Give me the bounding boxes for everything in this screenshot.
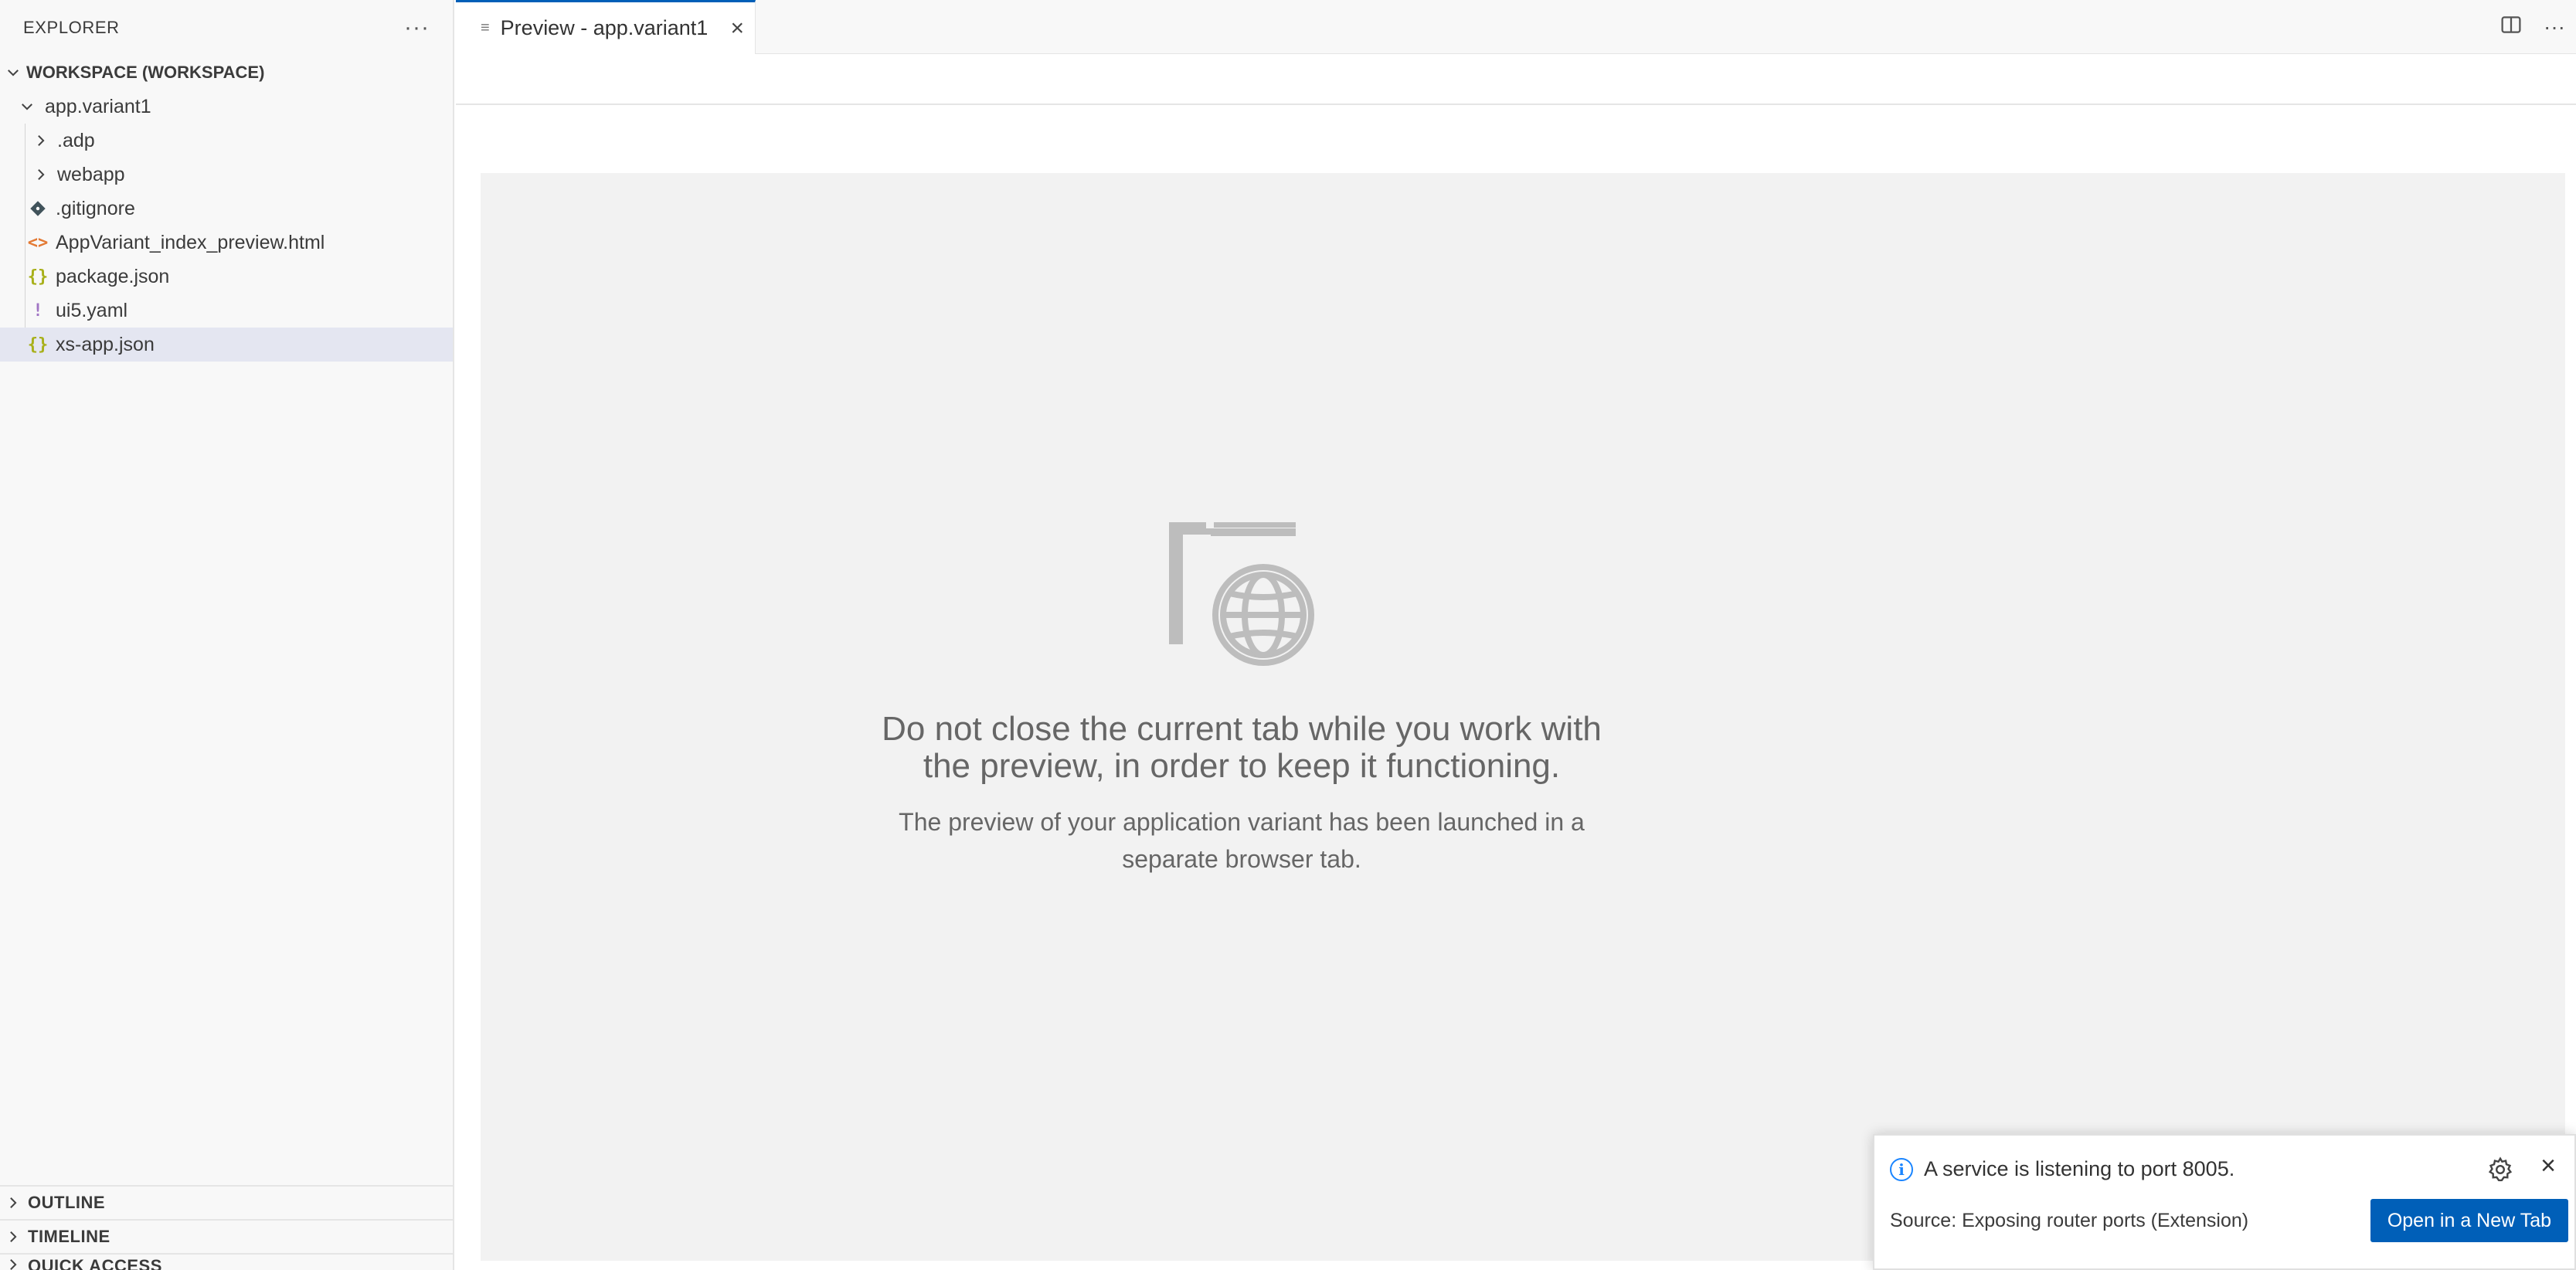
tree-item-label: app.variant1 [45, 95, 151, 117]
tree-item-app-variant1[interactable]: app.variant1 [0, 90, 453, 124]
section-label: TIMELINE [28, 1227, 110, 1246]
tree-item-label: package.json [56, 265, 170, 287]
app-variant1-children: .adp webapp .gitignore <> AppVariant_ind… [0, 124, 453, 362]
tree-item-label: webapp [57, 163, 125, 185]
tree-item-label: AppVariant_index_preview.html [56, 231, 325, 253]
workspace-title: WORKSPACE (WORKSPACE) [26, 63, 265, 82]
notification-message: A service is listening to port 8005. [1924, 1157, 2235, 1180]
tree-item-appvariant-index-preview-html[interactable]: <> AppVariant_index_preview.html [0, 226, 453, 260]
split-editor-icon[interactable] [2500, 14, 2522, 41]
ellipsis-icon[interactable]: ··· [2544, 15, 2565, 39]
tree-item-label: .gitignore [56, 197, 135, 219]
folder-globe-icon [1164, 513, 1319, 667]
tree-item-package-json[interactable]: {} package.json [0, 260, 453, 294]
open-in-new-tab-button[interactable]: Open in a New Tab [2370, 1199, 2568, 1242]
html-file-icon: <> [27, 233, 49, 253]
section-timeline[interactable]: TIMELINE [0, 1219, 453, 1253]
tree-item-label: .adp [57, 129, 95, 151]
explorer-header: EXPLORER ··· [0, 0, 453, 56]
chevron-right-icon [32, 166, 49, 183]
tree-item-gitignore[interactable]: .gitignore [0, 192, 453, 226]
tree-item-ui5-yaml[interactable]: ! ui5.yaml [0, 294, 453, 328]
section-quick-access[interactable]: QUICK ACCESS [0, 1253, 453, 1270]
tree-item-label: xs-app.json [56, 333, 155, 355]
gear-icon[interactable] [2486, 1156, 2514, 1183]
notification-toast: i A service is listening to port 8005. ×… [1873, 1134, 2576, 1270]
sidebar-sections: OUTLINE TIMELINE QUICK ACCESS [0, 1185, 453, 1270]
empty-state: Do not close the current tab while you w… [481, 513, 2003, 878]
chevron-right-icon [32, 132, 49, 149]
tree-item-xs-app-json[interactable]: {} xs-app.json [0, 328, 453, 362]
section-label: OUTLINE [28, 1193, 106, 1212]
tree-item-label: ui5.yaml [56, 299, 128, 321]
explorer-title: EXPLORER [23, 18, 120, 37]
section-label: QUICK ACCESS [28, 1256, 162, 1270]
explorer-sidebar: EXPLORER ··· WORKSPACE (WORKSPACE) app.v… [0, 0, 454, 1270]
preview-webview: Do not close the current tab while you w… [481, 173, 2565, 1261]
editor-actions: ··· [2500, 0, 2565, 54]
info-icon: i [1890, 1157, 1913, 1181]
close-icon[interactable]: × [730, 15, 744, 42]
tab-preview-app-variant1[interactable]: ≡ Preview - app.variant1 × [456, 0, 756, 54]
notification-source: Source: Exposing router ports (Extension… [1890, 1210, 2249, 1231]
yaml-file-icon: ! [32, 301, 43, 321]
json-file-icon: {} [27, 267, 49, 287]
preview-file-icon: ≡ [481, 19, 490, 36]
git-icon [28, 200, 48, 217]
chevron-right-icon [5, 1228, 22, 1245]
breadcrumb-bar [456, 54, 2576, 105]
preview-description: The preview of your application variant … [899, 808, 1585, 873]
tab-label: Preview - app.variant1 [500, 16, 709, 39]
chevron-right-icon [5, 1256, 22, 1270]
tree-item-webapp[interactable]: webapp [0, 158, 453, 192]
ellipsis-icon[interactable]: ··· [404, 16, 430, 39]
editor-area: ≡ Preview - app.variant1 × ··· Do not cl… [456, 0, 2576, 1270]
chevron-right-icon [5, 1194, 22, 1211]
section-outline[interactable]: OUTLINE [0, 1185, 453, 1219]
tab-bar: ≡ Preview - app.variant1 × ··· [456, 0, 2576, 54]
notification-message-row: i A service is listening to port 8005. [1890, 1157, 2234, 1181]
workspace-header[interactable]: WORKSPACE (WORKSPACE) [0, 56, 453, 90]
chevron-down-icon [19, 98, 36, 115]
close-icon[interactable]: × [2540, 1151, 2556, 1181]
json-file-icon: {} [27, 334, 49, 355]
preview-title: Do not close the current tab while you w… [882, 710, 1602, 785]
tree-item-adp[interactable]: .adp [0, 124, 453, 158]
chevron-down-icon [5, 64, 22, 81]
